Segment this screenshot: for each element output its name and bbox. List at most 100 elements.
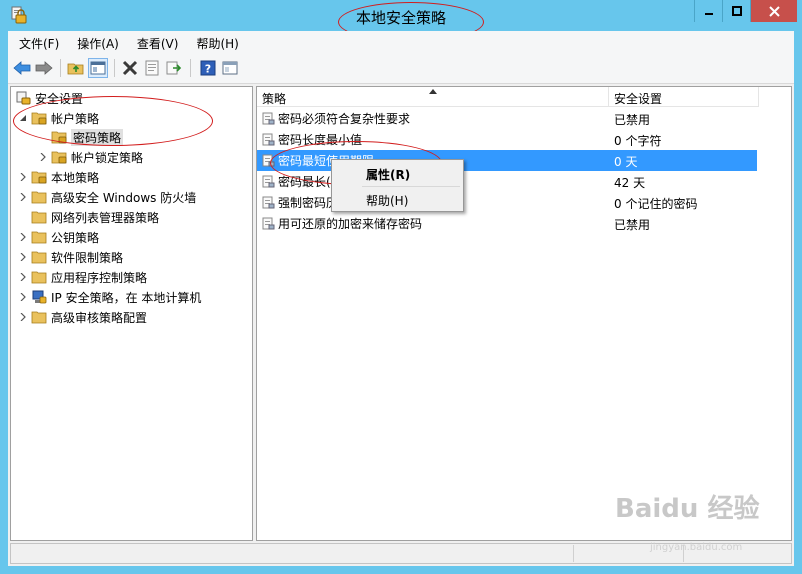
tree-node-ip-security[interactable]: IP 安全策略，在 本地计算机 (18, 288, 201, 306)
up-folder-icon (67, 63, 84, 75)
setting-value: 42 天 (614, 176, 646, 190)
status-divider (573, 545, 574, 562)
up-level-button[interactable] (66, 58, 86, 78)
maximize-button[interactable] (722, 0, 750, 22)
tree-label: 软件限制策略 (51, 250, 124, 265)
expand-arrow-icon[interactable] (18, 292, 28, 302)
tree-label: 帐户锁定策略 (71, 150, 144, 165)
column-header-policy[interactable]: 策略 (257, 87, 609, 107)
policy-item-icon (262, 217, 275, 230)
folder-icon (31, 191, 47, 204)
menu-bar: 文件(F) 操作(A) 查看(V) 帮助(H) (8, 31, 794, 53)
menu-action[interactable]: 操作(A) (66, 31, 126, 53)
locked-folder-icon (51, 151, 67, 164)
minimize-button[interactable] (694, 0, 722, 22)
tree-node-software-restriction[interactable]: 软件限制策略 (18, 248, 123, 266)
setting-value: 0 天 (614, 155, 638, 169)
policy-item-icon (262, 133, 275, 146)
svg-text:?: ? (205, 63, 211, 76)
console-button[interactable] (220, 58, 240, 78)
toolbar-separator (114, 59, 115, 77)
properties-icon (145, 60, 159, 76)
folder-icon (31, 251, 47, 264)
close-icon (768, 5, 780, 17)
delete-icon (122, 60, 138, 76)
tree-label: 应用程序控制策略 (51, 270, 148, 285)
tree-node-firewall[interactable]: 高级安全 Windows 防火墙 (18, 188, 196, 206)
column-header-label: 策略 (262, 92, 287, 106)
expand-arrow-icon[interactable] (18, 192, 28, 202)
setting-value: 已禁用 (614, 113, 651, 127)
title-bar[interactable]: 本地安全策略 (0, 0, 802, 42)
main-window: 本地安全策略 文件(F) 操作(A) 查看(V) 帮助(H) ? 安全设置 帐户… (0, 0, 802, 574)
ip-security-icon (32, 290, 47, 304)
tree-node-public-key[interactable]: 公钥策略 (18, 228, 99, 246)
menu-file[interactable]: 文件(F) (8, 31, 66, 53)
policy-cell: 强制密码历 (262, 194, 338, 211)
export-list-icon (166, 61, 182, 75)
tree-node-app-control[interactable]: 应用程序控制策略 (18, 268, 147, 286)
menu-view[interactable]: 查看(V) (126, 31, 186, 53)
baidu-watermark-url: jingyan.baidu.com (650, 542, 743, 553)
column-header-setting[interactable]: 安全设置 (609, 87, 759, 107)
maximize-icon (731, 6, 742, 16)
baidu-watermark-logo: Baidu 经验 (615, 494, 760, 524)
policy-item-icon (262, 196, 275, 209)
help-icon: ? (200, 60, 216, 76)
sort-ascending-icon (429, 89, 437, 94)
help-button[interactable]: ? (198, 58, 218, 78)
expand-arrow-icon[interactable] (18, 252, 28, 262)
setting-value: 0 个记住的密码 (614, 197, 698, 211)
context-menu-properties[interactable]: 属性(R) (366, 166, 410, 186)
context-menu: 属性(R) 帮助(H) (331, 159, 464, 212)
back-arrow-icon (13, 61, 31, 75)
table-row[interactable]: 密码必须符合复杂性要求 已禁用 (257, 108, 757, 129)
policy-item-icon (262, 175, 275, 188)
setting-value: 0 个字符 (614, 134, 662, 148)
tree-annotation-ellipse (13, 96, 213, 146)
folder-icon (31, 271, 47, 284)
tree-node-network-list[interactable]: 网络列表管理器策略 (31, 208, 159, 226)
folder-icon (31, 311, 47, 324)
expand-arrow-icon[interactable] (18, 312, 28, 322)
tree-node-local-policies[interactable]: 本地策略 (18, 168, 99, 186)
toolbar-separator (190, 59, 191, 77)
security-settings-icon (16, 91, 31, 105)
toolbar: ? (8, 53, 794, 84)
folder-icon (31, 211, 47, 224)
window-controls (694, 0, 797, 22)
show-hide-tree-icon (90, 61, 106, 75)
expand-arrow-icon[interactable] (18, 272, 28, 282)
policy-name: 密码必须符合复杂性要求 (278, 112, 411, 126)
console-icon (222, 61, 238, 75)
back-button[interactable] (12, 58, 32, 78)
show-hide-tree-button[interactable] (88, 58, 108, 78)
policy-name: 用可还原的加密来储存密码 (278, 217, 423, 231)
export-list-button[interactable] (164, 58, 184, 78)
policy-item-icon (262, 112, 275, 125)
close-button[interactable] (750, 0, 797, 22)
forward-arrow-icon (35, 61, 53, 75)
forward-button[interactable] (34, 58, 54, 78)
tree-node-advanced-audit[interactable]: 高级审核策略配置 (18, 308, 147, 326)
tree-label: IP 安全策略，在 本地计算机 (51, 290, 202, 305)
navigation-tree[interactable]: 安全设置 帐户策略 密码策略 帐户锁定策略 本地策略 高级安全 Windows … (10, 86, 253, 541)
expand-arrow-icon[interactable] (18, 232, 28, 242)
tree-label: 网络列表管理器策略 (51, 210, 160, 225)
minimize-icon (704, 13, 713, 15)
policy-name: 强制密码历 (278, 196, 339, 210)
folder-icon (31, 231, 47, 244)
context-menu-help[interactable]: 帮助(H) (366, 192, 408, 212)
tree-label: 本地策略 (51, 170, 100, 185)
column-header-label: 安全设置 (614, 92, 663, 106)
tree-label: 公钥策略 (51, 230, 100, 245)
properties-button[interactable] (142, 58, 162, 78)
expand-arrow-icon[interactable] (18, 172, 28, 182)
tree-node-account-lockout[interactable]: 帐户锁定策略 (38, 148, 143, 166)
table-row[interactable]: 用可还原的加密来储存密码 已禁用 (257, 213, 757, 234)
expand-arrow-icon[interactable] (38, 152, 48, 162)
delete-button[interactable] (120, 58, 140, 78)
menu-help[interactable]: 帮助(H) (185, 31, 245, 53)
locked-folder-icon (31, 171, 47, 184)
context-menu-separator (362, 186, 460, 187)
